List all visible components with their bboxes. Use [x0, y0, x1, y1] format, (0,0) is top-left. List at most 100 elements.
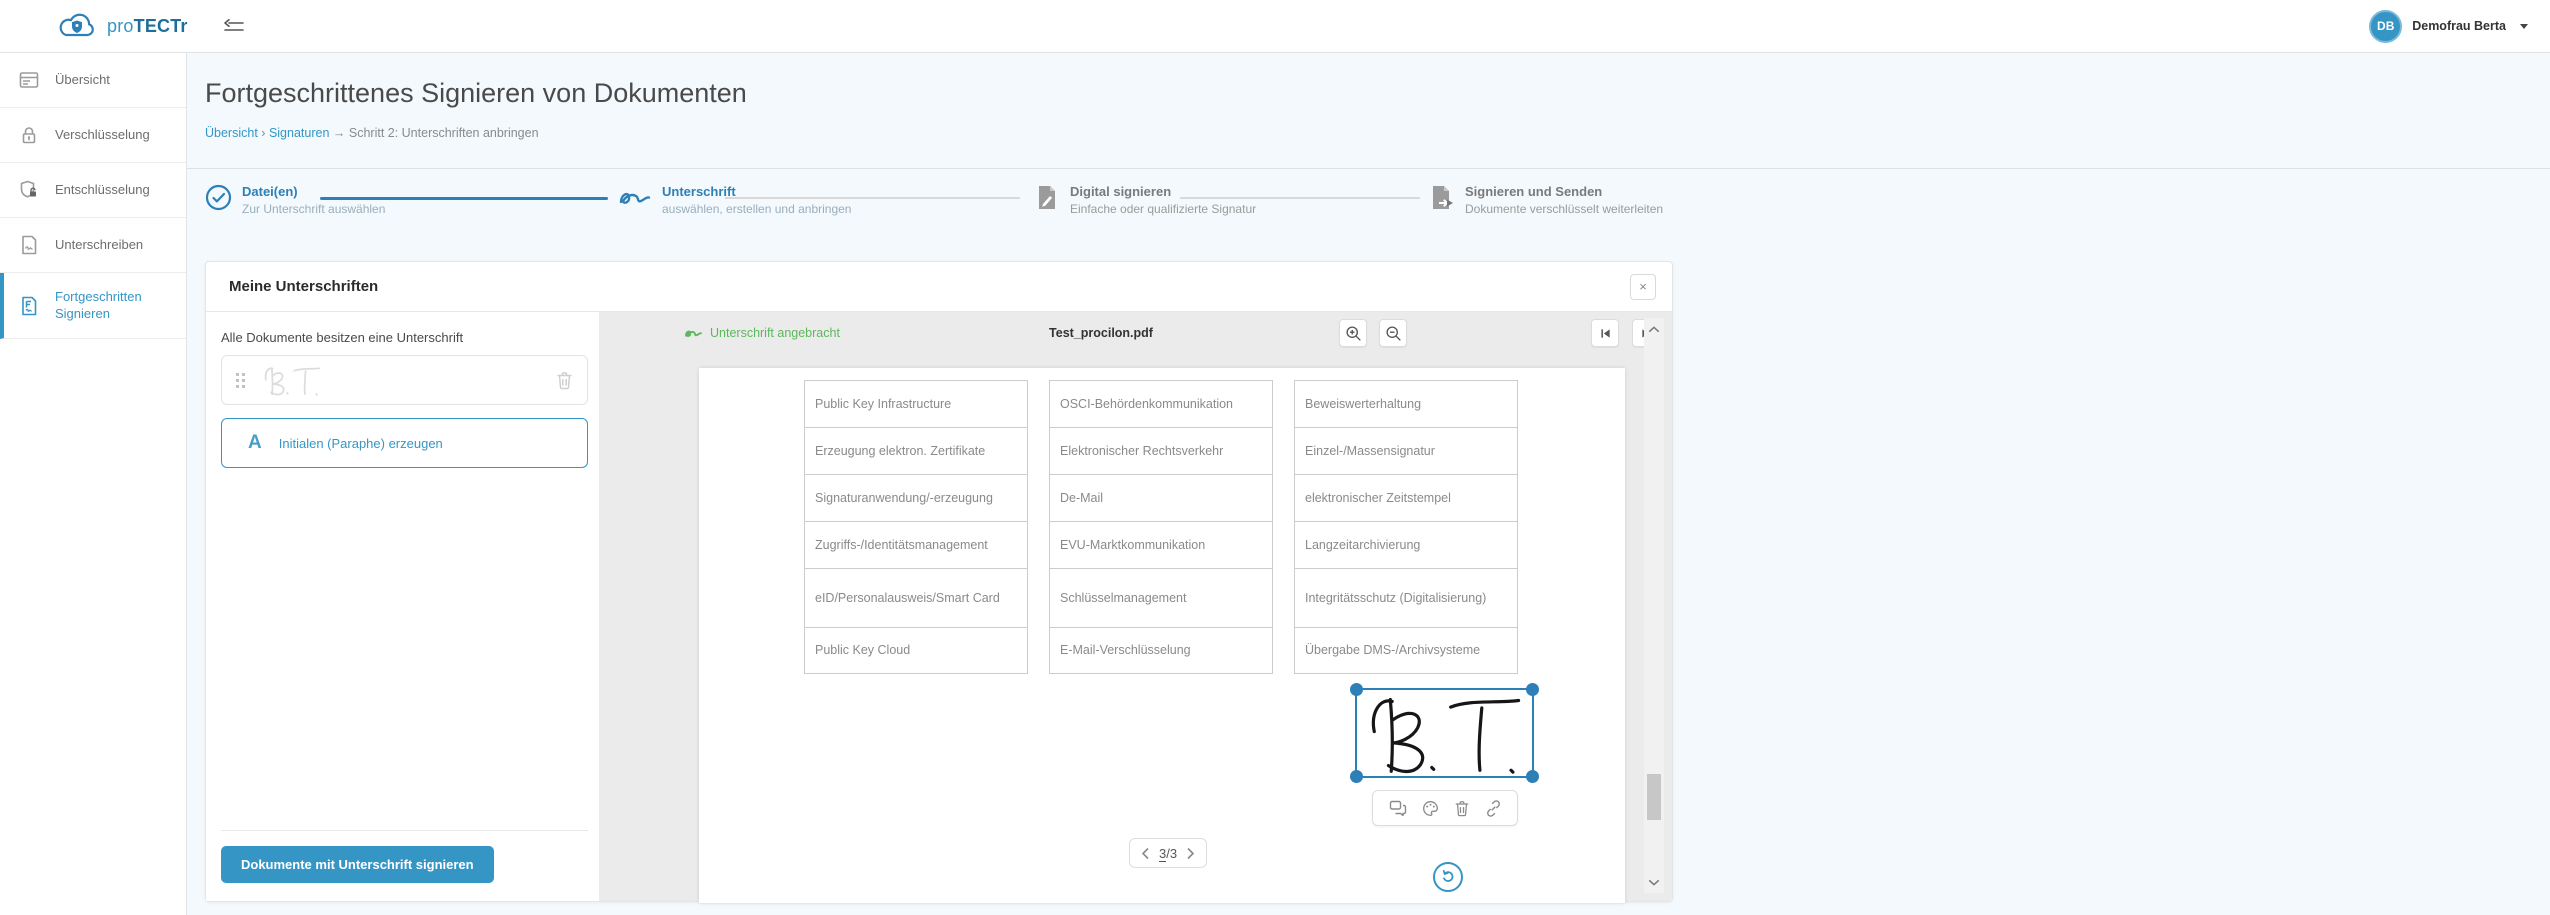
wizard-stepper: Datei(en)Zur Unterschrift auswählen Unte… — [187, 184, 2550, 242]
resize-handle-top-left[interactable] — [1350, 683, 1363, 696]
viewer-scrollbar[interactable] — [1644, 318, 1664, 893]
signature-thumbnail — [261, 365, 323, 396]
zoom-in-button[interactable] — [1339, 319, 1367, 347]
signature-drawing — [1359, 692, 1531, 775]
document-filename: Test_procilon.pdf — [961, 326, 1241, 340]
step-subtitle: auswählen, erstellen und anbringen — [662, 202, 851, 216]
document-f-icon — [18, 295, 40, 317]
first-page-button[interactable] — [1591, 319, 1619, 347]
table-cell: E-Mail-Verschlüsselung — [1049, 627, 1273, 674]
breadcrumb-current: → Schritt 2: Unterschriften anbringen — [333, 126, 539, 140]
sidebar-item-unterschreiben[interactable]: Unterschreiben — [0, 218, 186, 273]
zoom-out-button[interactable] — [1379, 319, 1407, 347]
signature-list-heading: Alle Dokumente besitzen eine Unterschrif… — [221, 330, 599, 345]
breadcrumb-link-uebersicht[interactable]: Übersicht — [205, 126, 258, 140]
placed-signature[interactable] — [1355, 688, 1534, 778]
document-signature-icon — [18, 234, 40, 256]
delete-button[interactable] — [1452, 798, 1472, 819]
meine-unterschriften-panel: Meine Unterschriften × Alle Dokumente be… — [205, 261, 1673, 902]
create-initials-button[interactable]: A Initialen (Paraphe) erzeugen — [221, 418, 588, 468]
table-cell: Elektronischer Rechtsverkehr — [1049, 427, 1273, 474]
table-cell: elektronischer Zeitstempel — [1294, 474, 1518, 521]
viewer-toolbar: Unterschrift angebracht Test_procilon.pd… — [599, 312, 1672, 355]
rotate-page-button[interactable] — [1433, 862, 1463, 892]
drag-handle-icon[interactable] — [236, 373, 246, 388]
signature-applied-icon — [684, 326, 703, 340]
table-cell: eID/Personalausweis/Smart Card — [804, 568, 1028, 627]
table-cell: Public Key Cloud — [804, 627, 1028, 674]
chevron-left-icon — [1141, 847, 1150, 860]
skip-first-icon — [1598, 326, 1613, 341]
link-button[interactable] — [1483, 798, 1504, 819]
topbar: proTECTr DB Demofrau Berta — [0, 0, 2550, 53]
next-page-button[interactable] — [1186, 847, 1195, 860]
overview-icon — [18, 69, 40, 91]
header-divider — [187, 168, 2550, 169]
panel-header: Meine Unterschriften × — [206, 262, 1672, 312]
main-content: Fortgeschrittenes Signieren von Dokument… — [187, 53, 2550, 915]
create-initials-label: Initialen (Paraphe) erzeugen — [279, 436, 443, 451]
document-pen-icon — [1035, 184, 1060, 211]
chevron-down-icon — [2520, 24, 2528, 29]
collapse-menu-icon — [222, 18, 246, 34]
total-pages: 3 — [1170, 846, 1177, 861]
table-cell: Integritätsschutz (Digitalisierung) — [1294, 568, 1518, 627]
scrollbar-thumb[interactable] — [1647, 774, 1661, 820]
rotate-icon — [1440, 869, 1456, 885]
sidebar-item-uebersicht[interactable]: Übersicht — [0, 53, 186, 108]
table-cell: Langzeitarchivierung — [1294, 521, 1518, 568]
sidebar-item-label: Unterschreiben — [55, 237, 160, 253]
comment-button[interactable] — [1387, 798, 1409, 818]
panel-title: Meine Unterschriften — [229, 278, 378, 295]
shield-unlock-icon — [18, 179, 40, 201]
step-digital-signieren: Digital signierenEinfache oder qualifizi… — [1035, 184, 1256, 216]
color-button[interactable] — [1420, 798, 1441, 819]
zoom-in-icon — [1345, 325, 1362, 342]
link-icon — [1485, 800, 1502, 817]
step-signieren-senden: Signieren und SendenDokumente verschlüss… — [1430, 184, 1663, 216]
sidebar-item-label: Entschlüsselung — [55, 182, 160, 198]
sidebar-item-entschluesselung[interactable]: Entschlüsselung — [0, 163, 186, 218]
table-cell: De-Mail — [1049, 474, 1273, 521]
user-menu[interactable]: DB Demofrau Berta — [2369, 10, 2528, 43]
stepper-connector — [725, 197, 1020, 199]
delete-signature-icon[interactable] — [556, 371, 573, 390]
letter-a-icon: A — [248, 432, 262, 454]
logo-wordmark: proTECTr — [107, 16, 188, 37]
breadcrumb: Übersicht › Signaturen → Schritt 2: Unte… — [205, 125, 2550, 142]
breadcrumb-link-signaturen[interactable]: Signaturen — [269, 126, 329, 140]
table-cell: Zugriffs-/Identitätsmanagement — [804, 521, 1028, 568]
table-cell: OSCI-Behördenkommunikation — [1049, 380, 1273, 427]
page-navigator: 3/3 — [1129, 838, 1207, 868]
close-panel-button[interactable]: × — [1630, 274, 1656, 300]
signature-status: Unterschrift angebracht — [684, 326, 840, 340]
resize-handle-top-right[interactable] — [1526, 683, 1539, 696]
signature-toolbar — [1372, 790, 1518, 826]
comment-icon — [1389, 800, 1407, 816]
sidebar-collapse-button[interactable] — [218, 14, 250, 38]
zoom-out-icon — [1385, 325, 1402, 342]
breadcrumb-separator: › — [261, 126, 265, 140]
trash-icon — [1454, 800, 1470, 817]
document-table: Public Key Infrastructure OSCI-Behördenk… — [804, 380, 1625, 674]
page-title: Fortgeschrittenes Signieren von Dokument… — [205, 75, 2550, 111]
sidebar-item-label: Verschlüsselung — [55, 127, 160, 143]
previous-page-button[interactable] — [1141, 847, 1150, 860]
user-name: Demofrau Berta — [2412, 19, 2506, 33]
sidebar-item-fortgeschritten-signieren[interactable]: Fortgeschritten Signieren — [0, 273, 186, 339]
scroll-up-button[interactable] — [1644, 321, 1664, 337]
stepper-connector-done — [320, 197, 608, 200]
page-indicator: 3/3 — [1159, 846, 1177, 861]
signature-squiggle-icon — [618, 184, 652, 210]
sign-documents-button[interactable]: Dokumente mit Unterschrift signieren — [221, 846, 494, 883]
chevron-down-icon — [1648, 879, 1660, 886]
sidebar-item-verschluesselung[interactable]: Verschlüsselung — [0, 108, 186, 163]
resize-handle-bottom-right[interactable] — [1526, 770, 1539, 783]
resize-handle-bottom-left[interactable] — [1350, 770, 1363, 783]
table-cell: Übergabe DMS-/Archivsysteme — [1294, 627, 1518, 674]
signature-card[interactable] — [221, 355, 588, 405]
scroll-down-button[interactable] — [1644, 874, 1664, 890]
lock-icon — [18, 124, 40, 146]
stepper-connector — [1180, 197, 1420, 199]
avatar: DB — [2369, 10, 2402, 43]
